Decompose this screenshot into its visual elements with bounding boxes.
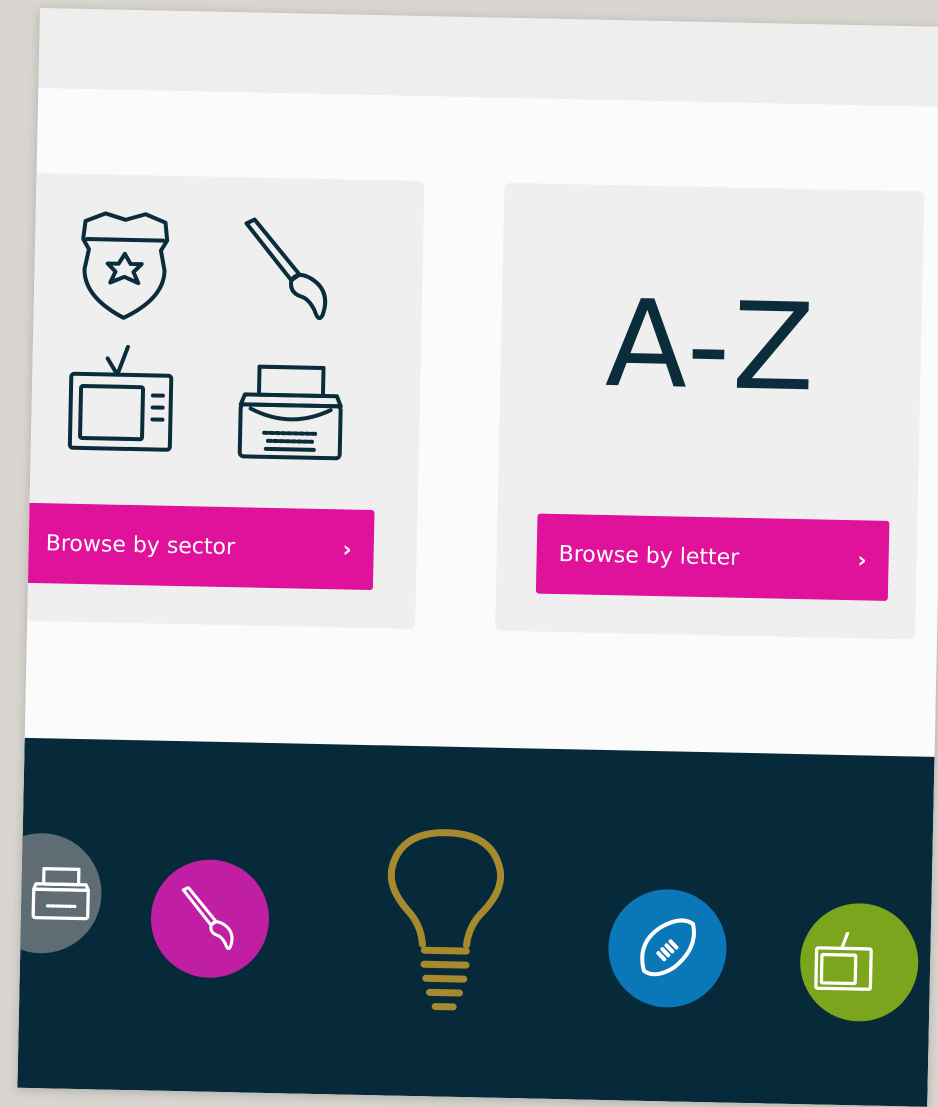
- a-z-heading: A-Z: [604, 274, 818, 419]
- television-icon: [67, 344, 174, 452]
- rugby-ball-icon: [640, 918, 696, 977]
- chevron-right-icon: ›: [342, 536, 352, 563]
- rugby-ball-circle[interactable]: [607, 888, 728, 1009]
- sector-icon-grid: [67, 209, 366, 465]
- police-badge-icon: [81, 211, 170, 320]
- browse-by-letter-card: A-Z Browse by letter ›: [495, 182, 925, 640]
- browse-by-sector-button[interactable]: Browse by sector ›: [22, 502, 375, 591]
- main-content: Browse by sector › A-Z Browse by letter …: [17, 87, 938, 757]
- typewriter-icon: [237, 364, 343, 461]
- chevron-right-icon: ›: [857, 547, 867, 573]
- television-icon: [814, 931, 873, 991]
- browse-by-sector-label: Browse by sector: [45, 530, 236, 560]
- paintbrush-circle[interactable]: [149, 858, 271, 979]
- lightbulb-icon: [387, 829, 505, 1011]
- screenshot-photo: Browse by sector › A-Z Browse by letter …: [17, 8, 938, 1107]
- typewriter-circle[interactable]: [17, 831, 103, 955]
- paintbrush-icon: [181, 885, 234, 950]
- browse-by-letter-button[interactable]: Browse by letter ›: [535, 513, 890, 601]
- browse-by-sector-card: Browse by sector ›: [17, 172, 425, 629]
- browse-by-letter-label: Browse by letter: [558, 541, 740, 571]
- footer-banner: [17, 737, 935, 1107]
- television-circle[interactable]: [798, 902, 920, 1023]
- paintbrush-icon: [244, 217, 328, 321]
- typewriter-icon: [31, 866, 90, 920]
